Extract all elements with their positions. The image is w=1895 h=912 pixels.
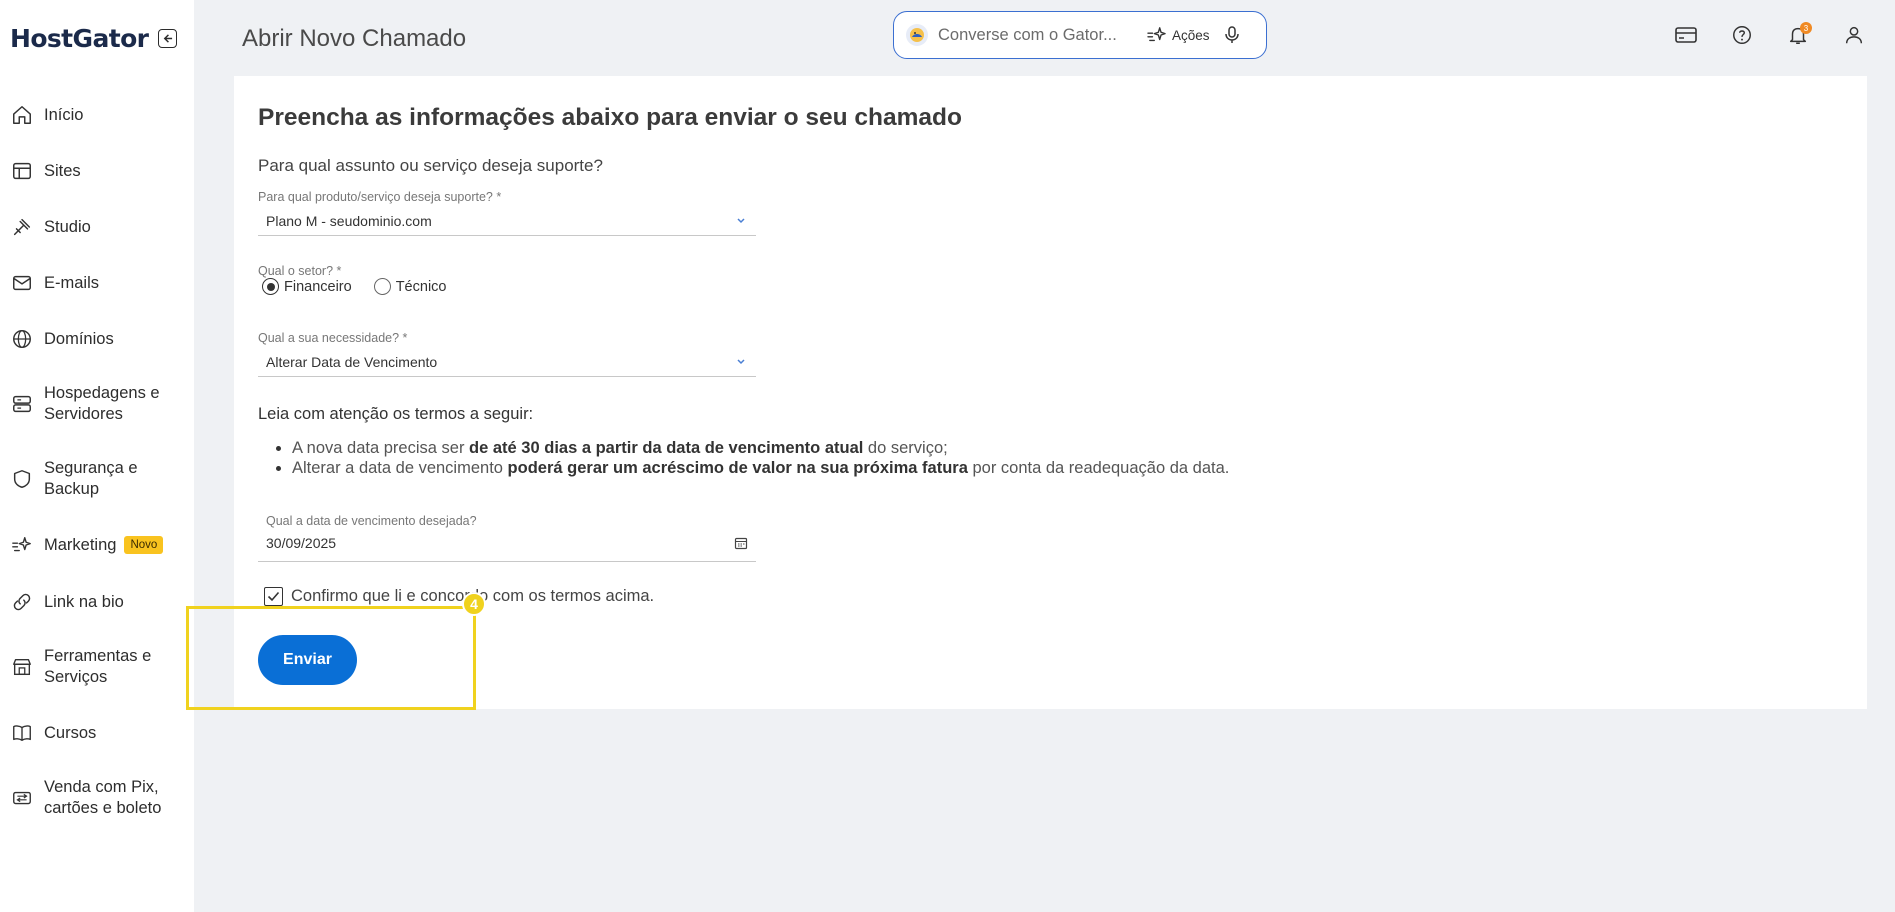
sidebar-item-label: Venda com Pix, cartões e boleto — [44, 778, 162, 817]
chevron-down-icon — [736, 212, 746, 230]
form-heading: Preencha as informações abaixo para envi… — [258, 104, 962, 131]
tools-icon — [10, 655, 34, 679]
need-select-value: Alterar Data de Vencimento — [266, 353, 438, 370]
sidebar-item-label: Sites — [44, 161, 81, 180]
sidebar-item-label: Hospedagens e Servidores — [44, 384, 160, 423]
chevron-down-icon — [736, 353, 746, 371]
user-profile-icon[interactable] — [1841, 22, 1867, 48]
sidebar-item-hospedagens[interactable]: Hospedagens e Servidores — [10, 383, 190, 425]
microphone-icon[interactable] — [1224, 25, 1240, 45]
sidebar: HostGator Início Sites Studio E-mails Do… — [0, 0, 194, 912]
sidebar-item-marketing[interactable]: Marketing Novo — [10, 533, 190, 557]
new-badge: Novo — [124, 536, 164, 554]
product-select[interactable]: Plano M - seudominio.com — [258, 206, 756, 236]
terms-list: A nova data precisa ser de até 30 dias a… — [274, 438, 1229, 478]
sidebar-item-cursos[interactable]: Cursos — [10, 721, 190, 745]
notifications-bell-icon[interactable]: 3 — [1785, 22, 1812, 48]
notification-count-badge: 3 — [1800, 22, 1812, 34]
sidebar-item-studio[interactable]: Studio — [10, 215, 190, 239]
sidebar-item-label: Segurança e Backup — [44, 459, 138, 498]
link-icon — [10, 590, 34, 614]
check-icon — [267, 591, 280, 602]
studio-icon — [10, 215, 34, 239]
product-field-label: Para qual produto/serviço deseja suporte… — [258, 190, 502, 204]
actions-label: Ações — [1172, 27, 1210, 43]
sector-radio-tecnico[interactable] — [373, 278, 391, 295]
calendar-icon[interactable] — [734, 536, 748, 555]
sidebar-item-ferramentas[interactable]: Ferramentas e Serviços — [10, 646, 190, 688]
due-date-input[interactable] — [266, 535, 686, 551]
brand-row: HostGator — [10, 24, 178, 53]
sidebar-item-emails[interactable]: E-mails — [10, 271, 190, 295]
billing-card-icon[interactable] — [1673, 22, 1699, 48]
home-icon — [10, 103, 34, 127]
mail-icon — [10, 271, 34, 295]
terms-item: Alterar a data de vencimento poderá gera… — [274, 458, 1229, 478]
sector-option-label: Técnico — [395, 278, 447, 295]
sidebar-item-label: Studio — [44, 217, 91, 236]
shield-icon — [10, 467, 34, 491]
confirm-terms-checkbox[interactable] — [264, 587, 283, 606]
sparkle-icon — [1147, 27, 1166, 42]
book-icon — [10, 721, 34, 745]
gator-avatar-icon — [906, 24, 928, 46]
sidebar-item-label: Domínios — [44, 329, 114, 348]
actions-button[interactable]: Ações — [1146, 26, 1210, 44]
server-icon — [10, 392, 34, 416]
sidebar-item-dominios[interactable]: Domínios — [10, 327, 190, 351]
sidebar-item-seguranca[interactable]: Segurança e Backup — [10, 458, 190, 500]
need-select[interactable]: Alterar Data de Vencimento — [258, 347, 756, 377]
payment-icon — [10, 786, 34, 810]
sparkle-icon — [10, 533, 34, 557]
sidebar-item-venda-pix[interactable]: Venda com Pix, cartões e boleto — [10, 777, 190, 819]
tutorial-step-badge: 4 — [462, 592, 486, 616]
sidebar-item-label: Cursos — [44, 723, 97, 742]
terms-item: A nova data precisa ser de até 30 dias a… — [274, 438, 1229, 458]
sector-radio-group: Financeiro Técnico — [262, 278, 468, 295]
product-select-value: Plano M - seudominio.com — [266, 212, 432, 229]
sidebar-item-label: E-mails — [44, 273, 100, 292]
sector-radio-financeiro[interactable] — [262, 278, 279, 295]
sidebar-item-inicio[interactable]: Início — [10, 103, 190, 127]
gator-chat-input[interactable] — [938, 25, 1134, 45]
collapse-sidebar-icon[interactable] — [158, 29, 178, 48]
sector-field-label: Qual o setor? * — [258, 264, 342, 278]
sidebar-item-label: Link na bio — [44, 592, 124, 611]
need-field-label: Qual a sua necessidade? * — [258, 331, 408, 345]
confirm-terms-row: Confirmo que li e concordo com os termos… — [264, 587, 654, 606]
sidebar-item-label: Ferramentas e Serviços — [44, 647, 152, 686]
sidebar-item-sites[interactable]: Sites — [10, 159, 190, 183]
terms-title: Leia com atenção os termos a seguir: — [258, 405, 534, 423]
sidebar-item-label: Início — [44, 105, 84, 124]
sector-option-label: Financeiro — [284, 278, 352, 295]
due-date-field[interactable]: Qual a data de vencimento desejada? — [258, 514, 756, 562]
sidebar-item-link-na-bio[interactable]: Link na bio — [10, 590, 190, 614]
layout-icon — [10, 159, 34, 183]
sidebar-item-label: Marketing — [44, 535, 117, 554]
due-date-label: Qual a data de vencimento desejada? — [266, 514, 477, 528]
submit-button[interactable]: Enviar — [258, 635, 357, 685]
subject-question: Para qual assunto ou serviço deseja supo… — [258, 156, 603, 175]
globe-icon — [10, 327, 34, 351]
help-icon[interactable] — [1729, 22, 1755, 48]
brand-logo[interactable]: HostGator — [10, 24, 149, 53]
page-title: Abrir Novo Chamado — [242, 25, 467, 52]
gator-assistant-bar[interactable]: Ações — [893, 11, 1267, 59]
